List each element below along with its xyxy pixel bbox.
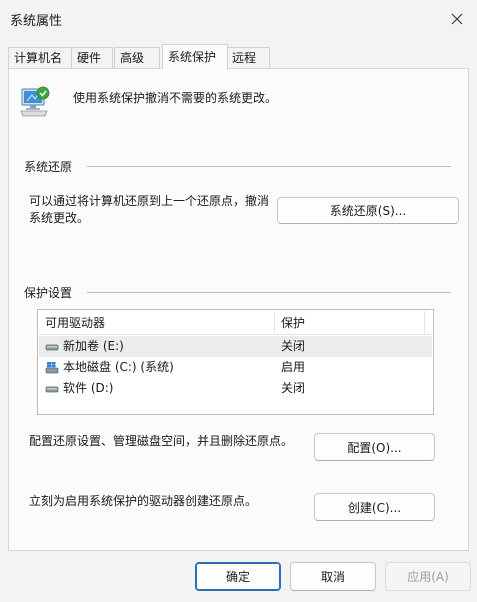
close-button[interactable]	[443, 6, 471, 32]
drive-row-e[interactable]: 新加卷 (E:) 关闭	[39, 336, 432, 357]
system-protection-panel: 使用系统保护撤消不需要的系统更改。 系统还原 可以通过将计算机还原到上一个还原点…	[8, 68, 469, 551]
drive-icon	[45, 344, 59, 350]
list-header: 可用驱动器 保护	[39, 311, 432, 335]
dialog-button-bar: 确定 取消 应用(A)	[0, 551, 477, 602]
drive-name-cell: 软件 (D:)	[45, 378, 113, 399]
drive-protection-status: 启用	[281, 360, 306, 374]
section-title-protection-settings: 保护设置	[24, 286, 73, 300]
drive-row-c[interactable]: 本地磁盘 (C:) (系统) 启用	[39, 357, 432, 378]
drive-protection-status: 关闭	[281, 381, 306, 395]
section-title-system-restore: 系统还原	[24, 160, 73, 174]
drive-name: 软件 (D:)	[63, 381, 114, 395]
drives-list[interactable]: 可用驱动器 保护 新加卷 (E:) 关闭 本地磁盘 (C:) (系统) 启用 软…	[37, 309, 434, 415]
tab-hardware[interactable]: 硬件	[71, 47, 113, 68]
drive-name: 新加卷 (E:)	[63, 339, 124, 353]
configure-button[interactable]: 配置(O)...	[314, 433, 435, 461]
section-divider	[87, 166, 451, 167]
create-button[interactable]: 创建(C)...	[314, 493, 435, 521]
system-restore-description: 可以通过将计算机还原到上一个还原点，撤消系统更改。	[29, 194, 270, 225]
system-restore-button[interactable]: 系统还原(S)...	[277, 197, 459, 224]
windows-drive-icon	[45, 361, 59, 373]
cancel-button[interactable]: 取消	[290, 562, 376, 591]
column-header-protection[interactable]: 保护	[275, 311, 425, 335]
window-title: 系统属性	[10, 14, 63, 29]
tab-remote[interactable]: 远程	[226, 47, 270, 68]
tab-advanced[interactable]: 高级	[114, 47, 160, 68]
title-bar: 系统属性	[0, 0, 477, 38]
tab-system-protection[interactable]: 系统保护	[162, 44, 228, 69]
drive-icon	[45, 386, 59, 392]
system-protection-icon	[17, 83, 53, 119]
configure-description: 配置还原设置、管理磁盘空间，并且删除还原点。	[29, 434, 294, 448]
column-header-drives[interactable]: 可用驱动器	[39, 311, 275, 335]
section-divider	[87, 292, 451, 293]
drive-name-cell: 本地磁盘 (C:) (系统)	[45, 357, 174, 378]
drive-protection-status: 关闭	[281, 339, 306, 353]
intro-text: 使用系统保护撤消不需要的系统更改。	[73, 91, 278, 105]
drive-name: 本地磁盘 (C:) (系统)	[63, 360, 174, 374]
ok-button[interactable]: 确定	[195, 562, 281, 591]
drive-row-d[interactable]: 软件 (D:) 关闭	[39, 378, 432, 399]
tab-computer-name[interactable]: 计算机名	[8, 47, 72, 68]
create-description: 立刻为启用系统保护的驱动器创建还原点。	[29, 494, 258, 508]
apply-button[interactable]: 应用(A)	[385, 562, 471, 591]
close-icon	[451, 13, 463, 25]
drive-name-cell: 新加卷 (E:)	[45, 336, 124, 357]
